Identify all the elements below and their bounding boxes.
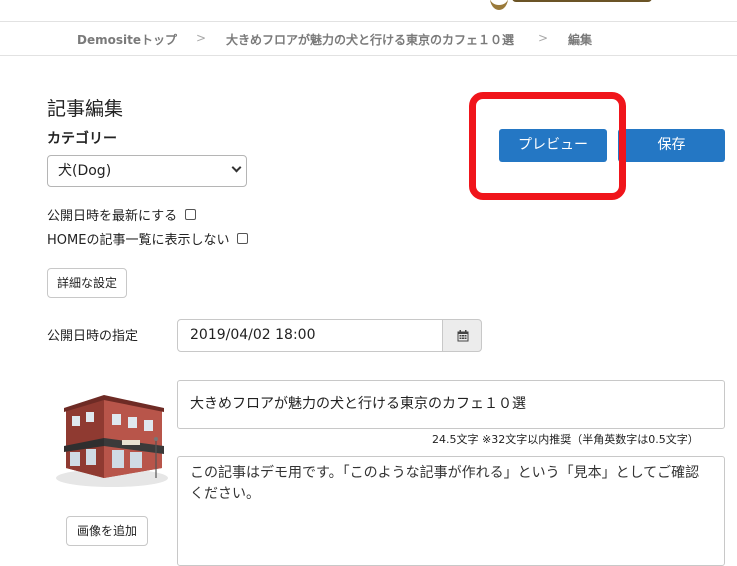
logo-wordmark (512, 0, 652, 2)
site-header (0, 0, 737, 22)
site-logo[interactable] (490, 0, 660, 10)
publish-date-label: 公開日時の指定 (47, 329, 139, 344)
add-image-button[interactable]: 画像を追加 (66, 516, 148, 546)
calendar-icon (457, 330, 469, 342)
article-thumbnail[interactable] (52, 382, 170, 492)
breadcrumb-home-link[interactable]: Demositeトップ (77, 31, 177, 48)
latest-date-label: 公開日時を最新にする (47, 209, 178, 224)
hide-home-label: HOMEの記事一覧に表示しない (47, 233, 230, 248)
detail-settings-button[interactable]: 詳細な設定 (47, 268, 127, 298)
publish-date-input[interactable]: 2019/04/02 18:00 (177, 319, 443, 352)
calendar-button[interactable] (442, 319, 482, 352)
page-title: 記事編集 (47, 98, 124, 120)
title-char-count: 24.5文字 ※32文字以内推奨（半角英数字は0.5文字） (432, 433, 699, 446)
save-button[interactable]: 保存 (618, 129, 725, 162)
highlight-annotation (469, 92, 626, 200)
category-select[interactable]: 犬(Dog) (47, 155, 247, 187)
logo-mark-icon (490, 0, 508, 10)
chevron-down-icon (231, 162, 242, 173)
hide-home-checkbox[interactable] (237, 233, 249, 244)
latest-date-option: 公開日時を最新にする (47, 205, 197, 224)
article-body-textarea[interactable]: この記事はデモ用です。「このような記事が作れる」という「見本」としてご確認くださ… (177, 456, 725, 566)
breadcrumb-current: 編集 (568, 33, 593, 47)
latest-date-checkbox[interactable] (185, 209, 197, 220)
article-title-input[interactable]: 大きめフロアが魅力の犬と行ける東京のカフェ１０選 (177, 380, 725, 429)
breadcrumb-separator: > (196, 31, 207, 45)
hide-home-option: HOMEの記事一覧に表示しない (47, 229, 249, 248)
breadcrumb-article-link[interactable]: 大きめフロアが魅力の犬と行ける東京のカフェ１０選 (226, 31, 514, 48)
breadcrumb: Demositeトップ > 大きめフロアが魅力の犬と行ける東京のカフェ１０選 >… (0, 22, 737, 56)
breadcrumb-separator: > (538, 31, 549, 45)
category-selected-value: 犬(Dog) (58, 163, 112, 179)
category-label: カテゴリー (47, 131, 117, 147)
